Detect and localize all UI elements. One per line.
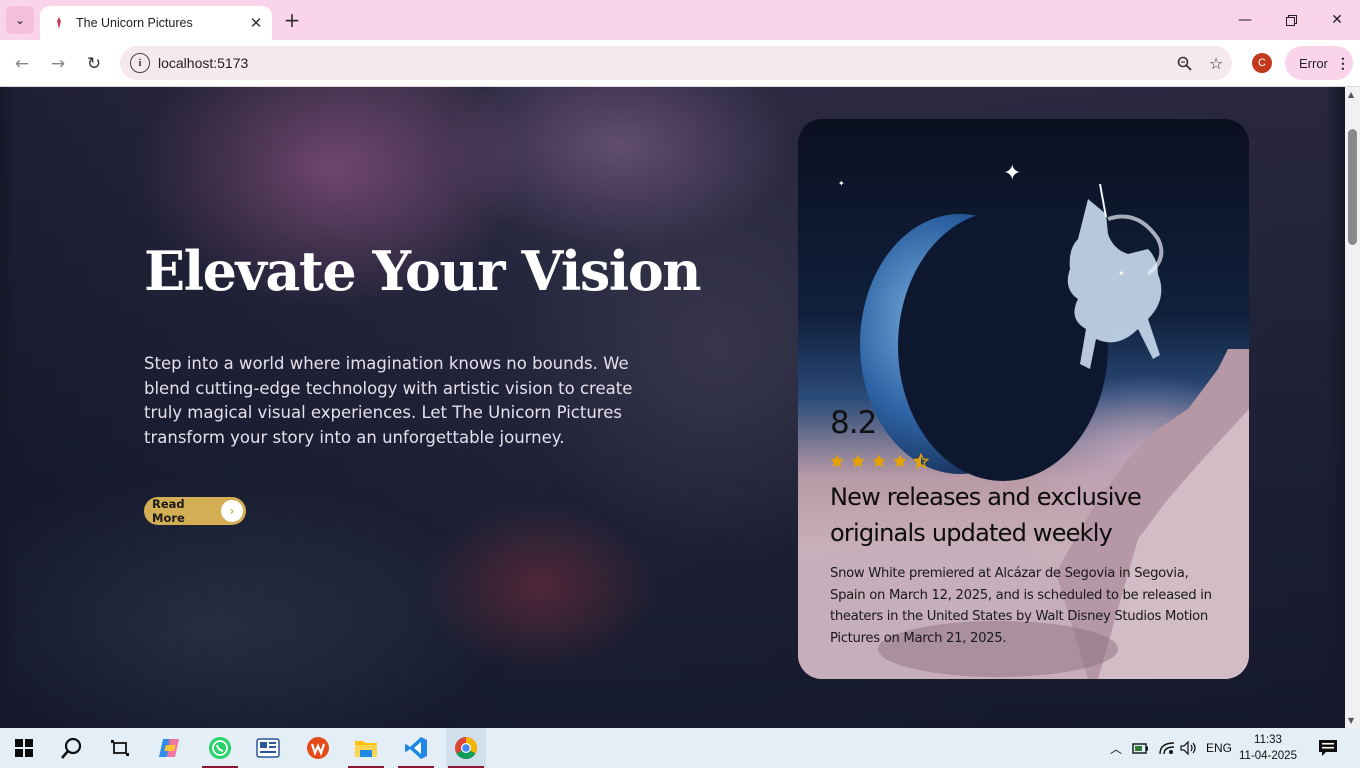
speaker-icon bbox=[1180, 741, 1196, 755]
sparkle-icon: ✦ bbox=[1003, 161, 1022, 186]
hero-description: Step into a world where imagination know… bbox=[144, 354, 633, 447]
close-window-button[interactable]: ✕ bbox=[1314, 6, 1360, 34]
vscode-icon bbox=[405, 737, 427, 759]
star-icon bbox=[830, 454, 844, 468]
scroll-down-icon[interactable]: ▼ bbox=[1348, 716, 1354, 725]
battery-charging-icon bbox=[1132, 743, 1148, 754]
search-icon bbox=[61, 737, 82, 759]
clock-date: 11-04-2025 bbox=[1239, 750, 1297, 762]
network-status[interactable] bbox=[1156, 728, 1178, 768]
minimize-button[interactable]: — bbox=[1222, 6, 1268, 34]
wps-office-app[interactable] bbox=[298, 728, 338, 768]
scroll-up-icon[interactable]: ▲ bbox=[1348, 90, 1354, 99]
back-button[interactable]: ← bbox=[8, 50, 36, 78]
rating-value: 8.2 bbox=[830, 405, 877, 441]
copilot-icon bbox=[159, 739, 179, 757]
url-text[interactable]: localhost:5173 bbox=[158, 55, 1168, 71]
error-menu-button[interactable]: Error ⋮ bbox=[1285, 46, 1353, 80]
chrome-app[interactable] bbox=[446, 728, 486, 768]
more-menu-icon: ⋮ bbox=[1335, 54, 1350, 71]
wifi-icon bbox=[1159, 742, 1175, 755]
news-icon bbox=[256, 738, 280, 758]
show-hidden-icons-button[interactable]: ︿ bbox=[1106, 728, 1126, 768]
battery-status[interactable] bbox=[1130, 728, 1152, 768]
favicon-icon bbox=[52, 16, 66, 30]
address-bar[interactable]: i localhost:5173 ☆ bbox=[120, 46, 1232, 80]
read-more-label: Read More bbox=[152, 497, 185, 525]
scrollbar-thumb[interactable] bbox=[1348, 129, 1357, 245]
clock-time: 11:33 bbox=[1254, 734, 1282, 746]
edge-shade-left bbox=[0, 87, 16, 728]
half-star-icon bbox=[913, 453, 929, 469]
notification-icon bbox=[1319, 740, 1337, 756]
task-view-button[interactable] bbox=[100, 728, 140, 768]
chevron-up-icon: ︿ bbox=[1109, 741, 1122, 756]
edge-shade-right bbox=[1325, 87, 1345, 728]
chrome-icon bbox=[455, 737, 477, 759]
error-label: Error bbox=[1299, 55, 1328, 71]
restore-button[interactable] bbox=[1268, 6, 1314, 34]
news-app[interactable] bbox=[248, 728, 288, 768]
read-more-button[interactable]: Read More › bbox=[144, 497, 246, 525]
browser-tab[interactable]: The Unicorn Pictures ✕ bbox=[40, 6, 272, 40]
bookmark-star-icon[interactable]: ☆ bbox=[1200, 54, 1232, 73]
whatsapp-app[interactable] bbox=[200, 728, 240, 768]
start-button[interactable] bbox=[4, 728, 44, 768]
featured-card[interactable]: ✦ ✦ ✦ 8.2 New releases and exclusive ori… bbox=[798, 119, 1249, 679]
reload-button[interactable]: ↻ bbox=[80, 50, 108, 78]
star-icon bbox=[893, 454, 907, 468]
task-view-icon bbox=[111, 740, 129, 756]
copilot-app[interactable] bbox=[150, 728, 190, 768]
file-explorer-app[interactable] bbox=[346, 728, 386, 768]
page-scrollbar[interactable]: ▲ ▼ bbox=[1345, 87, 1360, 728]
volume-control[interactable] bbox=[1178, 728, 1200, 768]
site-info-icon[interactable]: i bbox=[130, 53, 150, 73]
vscode-app[interactable] bbox=[396, 728, 436, 768]
notifications-button[interactable] bbox=[1314, 728, 1342, 768]
hero-title: Elevate Your Vision bbox=[144, 239, 702, 303]
browser-tab-bar: ⌄ The Unicorn Pictures ✕ + — ✕ bbox=[0, 0, 1360, 40]
tab-title: The Unicorn Pictures bbox=[76, 16, 193, 30]
page-viewport: Elevate Your Vision Step into a world wh… bbox=[0, 87, 1345, 728]
folder-icon bbox=[355, 741, 377, 757]
sparkle-icon: ✦ bbox=[838, 179, 845, 188]
zoom-icon[interactable] bbox=[1168, 56, 1200, 71]
profile-avatar[interactable]: C bbox=[1252, 53, 1272, 73]
rating-stars bbox=[829, 453, 929, 469]
browser-toolbar: ← → ↻ i localhost:5173 ☆ C Error ⋮ bbox=[0, 40, 1360, 87]
wps-icon bbox=[307, 737, 329, 759]
sparkle-icon: ✦ bbox=[1118, 269, 1125, 278]
input-language[interactable]: ENG bbox=[1202, 728, 1236, 768]
tab-search-button[interactable]: ⌄ bbox=[6, 6, 34, 34]
new-tab-button[interactable]: + bbox=[280, 8, 304, 32]
whatsapp-icon bbox=[209, 737, 231, 759]
windows-taskbar: ︿ ENG 11:33 11-04-2025 bbox=[0, 728, 1360, 768]
tab-close-icon[interactable]: ✕ bbox=[244, 11, 268, 35]
star-icon bbox=[851, 454, 865, 468]
search-button[interactable] bbox=[52, 728, 92, 768]
star-icon bbox=[872, 454, 886, 468]
system-clock[interactable]: 11:33 11-04-2025 bbox=[1236, 732, 1300, 764]
card-description: Snow White premiered at Alcázar de Segov… bbox=[830, 566, 1212, 646]
chevron-right-icon: › bbox=[221, 500, 243, 522]
forward-button[interactable]: → bbox=[44, 50, 72, 78]
windows-logo-icon bbox=[15, 739, 33, 757]
card-headline: New releases and exclusive originals upd… bbox=[830, 483, 1142, 547]
